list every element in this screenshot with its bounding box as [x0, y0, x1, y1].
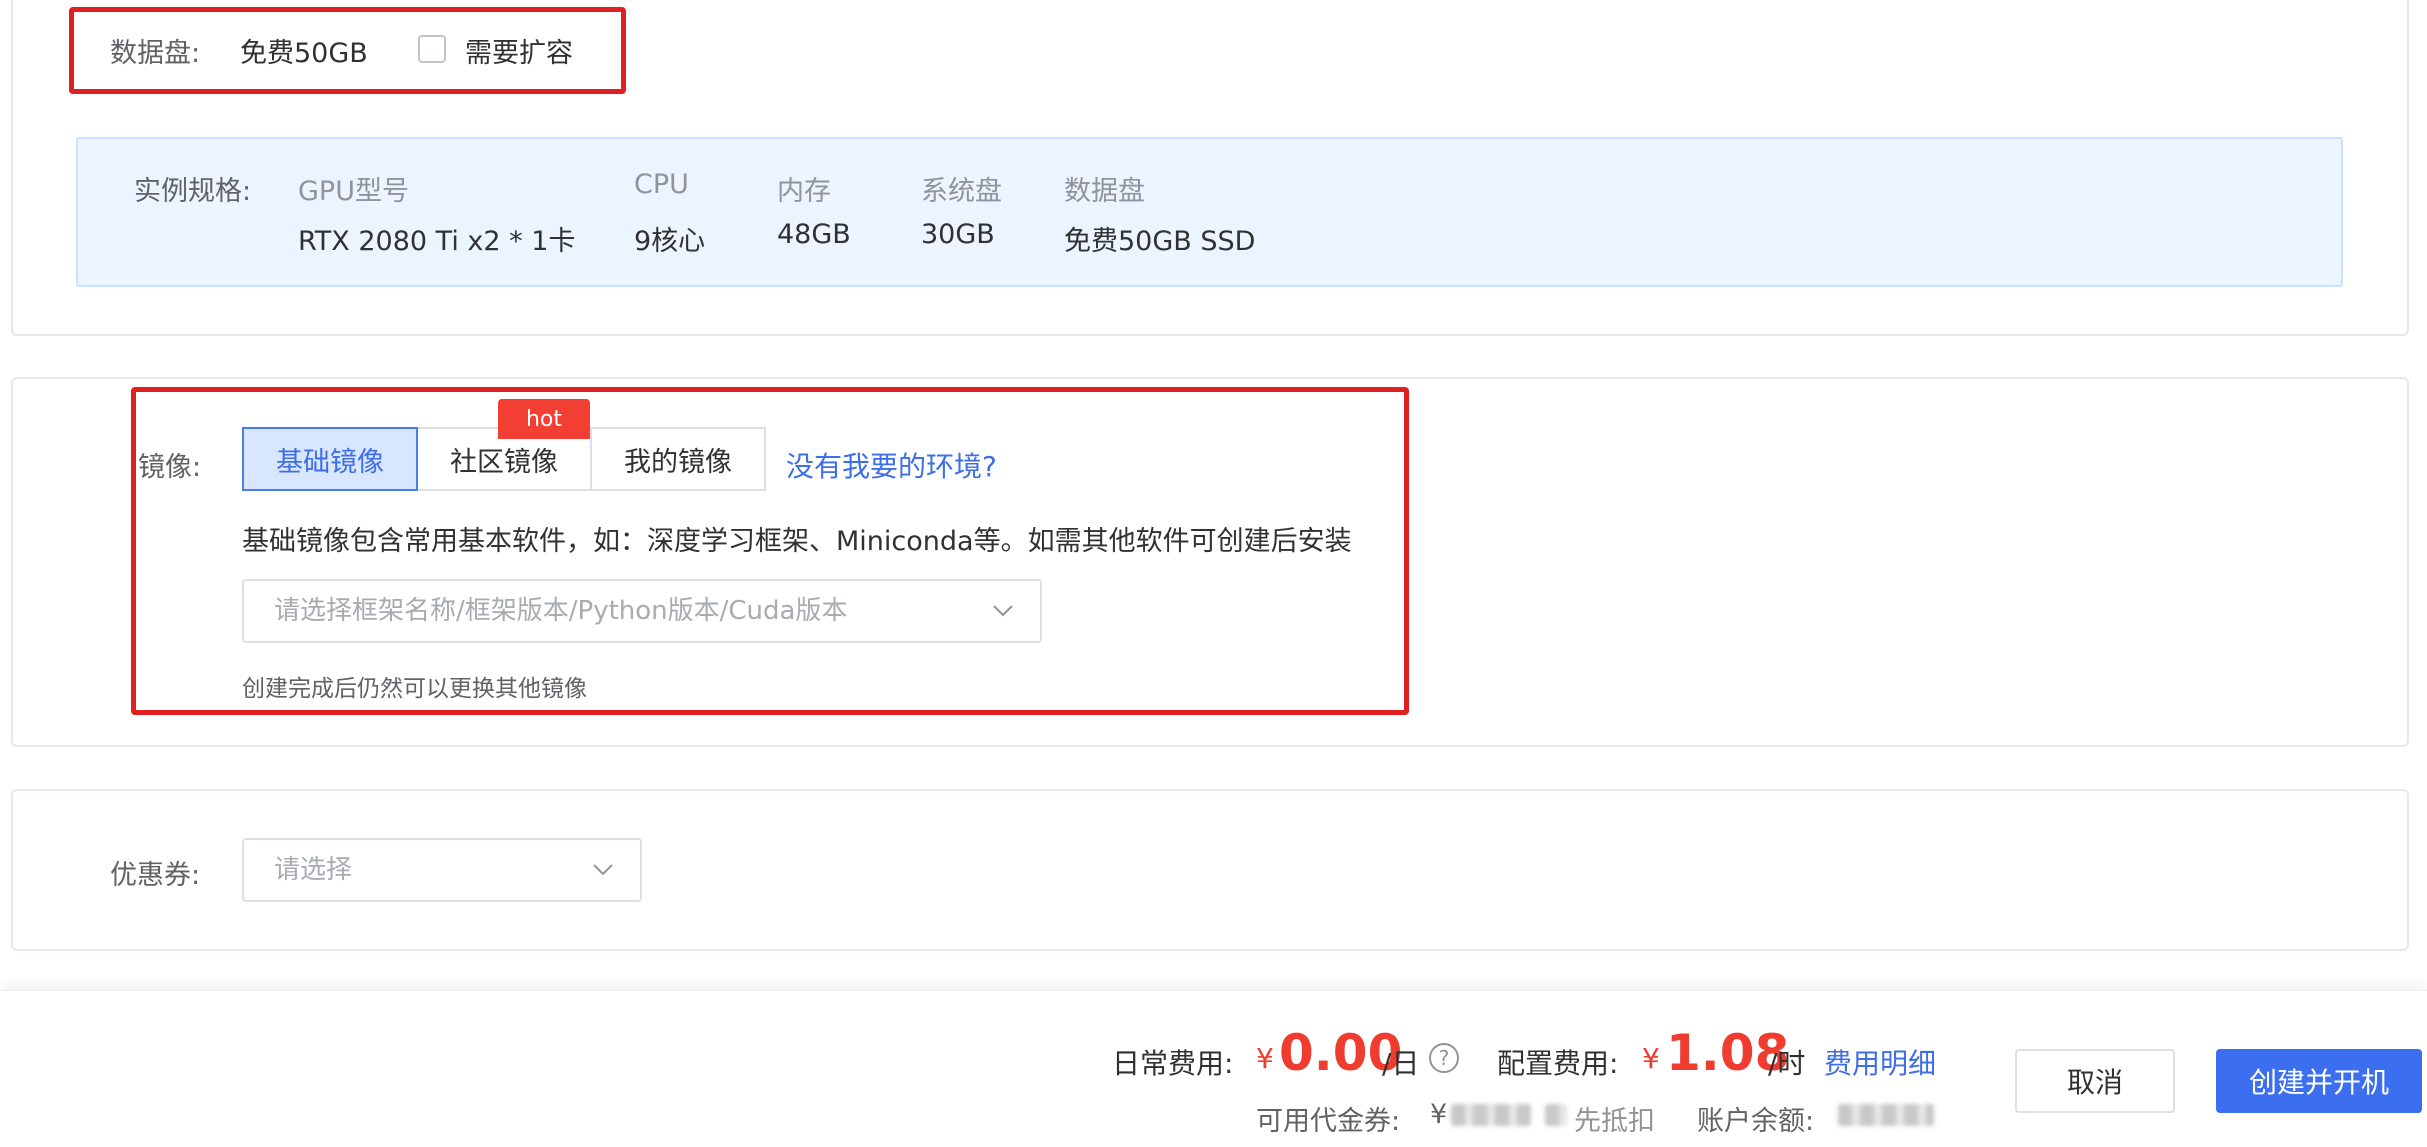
spec-gpu-head: GPU型号	[298, 176, 409, 207]
image-label: 镜像:	[138, 452, 202, 483]
expand-label[interactable]: 需要扩容	[465, 31, 573, 70]
cancel-button[interactable]: 取消	[2015, 1049, 2175, 1113]
voucher-suffix: 先抵扣	[1574, 1106, 1655, 1137]
expand-checkbox[interactable]	[418, 35, 446, 63]
spec-memory-head: 内存	[777, 176, 831, 207]
chevron-down-icon	[993, 605, 1013, 617]
image-description: 基础镜像包含常用基本软件，如：深度学习框架、Miniconda等。如需其他软件可…	[242, 526, 1352, 557]
spec-cpu-value: 9核心	[634, 226, 706, 257]
daily-fee-unit: /日	[1382, 1047, 1420, 1080]
daily-fee-label: 日常费用:	[1112, 1047, 1234, 1080]
image-select-placeholder: 请选择框架名称/框架版本/Python版本/Cuda版本	[274, 596, 848, 626]
coupon-select[interactable]: 请选择	[242, 838, 642, 902]
spec-system-disk-value: 30GB	[921, 219, 995, 250]
coupon-select-placeholder: 请选择	[274, 855, 353, 885]
tab-base-image[interactable]: 基础镜像	[242, 427, 418, 491]
spec-system-disk-head: 系统盘	[921, 176, 1002, 207]
help-icon[interactable]: ?	[1429, 1043, 1459, 1073]
config-fee-label: 配置费用:	[1497, 1047, 1619, 1080]
voucher-label: 可用代金券:	[1256, 1106, 1401, 1137]
daily-fee-currency: ¥	[1256, 1042, 1274, 1075]
data-disk-label: 数据盘:	[110, 38, 201, 69]
balance-amount-redacted	[1838, 1104, 1934, 1126]
image-select[interactable]: 请选择框架名称/框架版本/Python版本/Cuda版本	[242, 579, 1042, 643]
spec-data-disk-value: 免费50GB SSD	[1064, 226, 1256, 257]
spec-gpu-value: RTX 2080 Ti x2 * 1卡	[298, 226, 576, 257]
voucher-prefix: ¥	[1430, 1099, 1448, 1130]
tab-my-image[interactable]: 我的镜像	[590, 427, 766, 491]
image-hint: 创建完成后仍然可以更换其他镜像	[242, 676, 587, 702]
spec-cpu-head: CPU	[634, 169, 689, 200]
voucher-amount-redacted	[1545, 1104, 1567, 1126]
balance-label: 账户余额:	[1697, 1106, 1815, 1137]
chevron-down-icon	[593, 864, 613, 876]
spec-memory-value: 48GB	[777, 219, 851, 250]
coupon-label: 优惠券:	[110, 860, 201, 891]
spec-panel: 实例规格: GPU型号 RTX 2080 Ti x2 * 1卡 CPU 9核心 …	[76, 137, 2343, 287]
voucher-amount-redacted	[1451, 1104, 1531, 1126]
config-fee-currency: ¥	[1642, 1042, 1660, 1075]
missing-env-link[interactable]: 没有我要的环境?	[786, 445, 997, 485]
spec-data-disk-head: 数据盘	[1064, 176, 1145, 207]
create-and-start-button[interactable]: 创建并开机	[2216, 1049, 2422, 1113]
config-fee-unit: /时	[1768, 1047, 1806, 1080]
data-disk-value: 免费50GB	[240, 38, 368, 69]
hot-badge: hot	[498, 399, 590, 439]
spec-label: 实例规格:	[134, 176, 252, 207]
fee-detail-link[interactable]: 费用明细	[1824, 1042, 1936, 1082]
